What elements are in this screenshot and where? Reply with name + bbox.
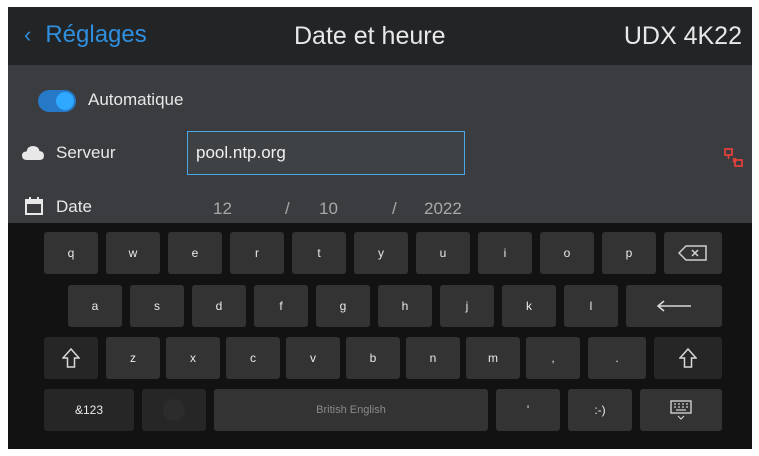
key-i[interactable]: i <box>478 232 532 274</box>
enter-arrow-icon <box>656 300 691 312</box>
cloud-icon <box>22 145 44 166</box>
key-w[interactable]: w <box>106 232 160 274</box>
page-title: Date et heure <box>294 22 446 50</box>
key-k[interactable]: k <box>502 285 556 327</box>
key-o[interactable]: o <box>540 232 594 274</box>
key-d[interactable]: d <box>192 285 246 327</box>
key-s[interactable]: s <box>130 285 184 327</box>
backspace-icon <box>678 245 707 261</box>
date-year[interactable]: 2022 <box>424 199 462 219</box>
key-comma[interactable]: , <box>526 337 580 379</box>
calendar-icon <box>25 197 43 220</box>
enter-key[interactable] <box>626 285 722 327</box>
key-p[interactable]: p <box>602 232 656 274</box>
server-input[interactable] <box>187 131 465 175</box>
key-a[interactable]: a <box>68 285 122 327</box>
date-label: Date <box>56 197 92 216</box>
automatic-label: Automatique <box>88 90 184 109</box>
key-h[interactable]: h <box>378 285 432 327</box>
key-c[interactable]: c <box>226 337 280 379</box>
date-month[interactable]: 10 <box>319 199 338 219</box>
symbols-key[interactable]: &123 <box>44 389 134 431</box>
date-separator: / <box>392 199 397 218</box>
smiley-key[interactable]: :-) <box>568 389 632 431</box>
key-v[interactable]: v <box>286 337 340 379</box>
key-z[interactable]: z <box>106 337 160 379</box>
device-model: UDX 4K22 <box>623 22 742 50</box>
keyboard-hide-icon <box>670 400 692 420</box>
key-e[interactable]: e <box>168 232 222 274</box>
back-label: Réglages <box>45 21 147 48</box>
date-separator: / <box>285 199 290 218</box>
hide-keyboard-key[interactable] <box>640 389 722 431</box>
network-status-icon[interactable] <box>724 148 744 168</box>
key-f[interactable]: f <box>254 285 308 327</box>
on-screen-keyboard: q w e r t y u i o p a s d f g h j k l z … <box>8 223 752 449</box>
key-r[interactable]: r <box>230 232 284 274</box>
key-j[interactable]: j <box>440 285 494 327</box>
backspace-key[interactable] <box>664 232 722 274</box>
key-y[interactable]: y <box>354 232 408 274</box>
shift-icon <box>679 348 697 368</box>
key-q[interactable]: q <box>44 232 98 274</box>
key-g[interactable]: g <box>316 285 370 327</box>
key-b[interactable]: b <box>346 337 400 379</box>
automatic-toggle[interactable] <box>38 90 76 112</box>
key-apostrophe[interactable]: ' <box>496 389 560 431</box>
key-t[interactable]: t <box>292 232 346 274</box>
globe-key[interactable] <box>142 389 206 431</box>
key-x[interactable]: x <box>166 337 220 379</box>
server-label: Serveur <box>56 143 116 162</box>
key-m[interactable]: m <box>466 337 520 379</box>
screen: ‹ Réglages Date et heure UDX 4K22 Automa… <box>8 7 752 449</box>
space-key[interactable]: British English <box>214 389 488 431</box>
globe-icon <box>163 399 185 421</box>
chevron-left-icon: ‹ <box>24 22 32 47</box>
toggle-knob <box>56 92 74 110</box>
shift-key-right[interactable] <box>654 337 722 379</box>
key-n[interactable]: n <box>406 337 460 379</box>
header-bar: ‹ Réglages Date et heure UDX 4K22 <box>8 7 752 65</box>
shift-key-left[interactable] <box>44 337 98 379</box>
shift-icon <box>62 348 80 368</box>
key-u[interactable]: u <box>416 232 470 274</box>
key-period[interactable]: . <box>588 337 646 379</box>
back-button[interactable]: ‹ Réglages <box>24 21 147 49</box>
key-l[interactable]: l <box>564 285 618 327</box>
date-day[interactable]: 12 <box>213 199 232 219</box>
